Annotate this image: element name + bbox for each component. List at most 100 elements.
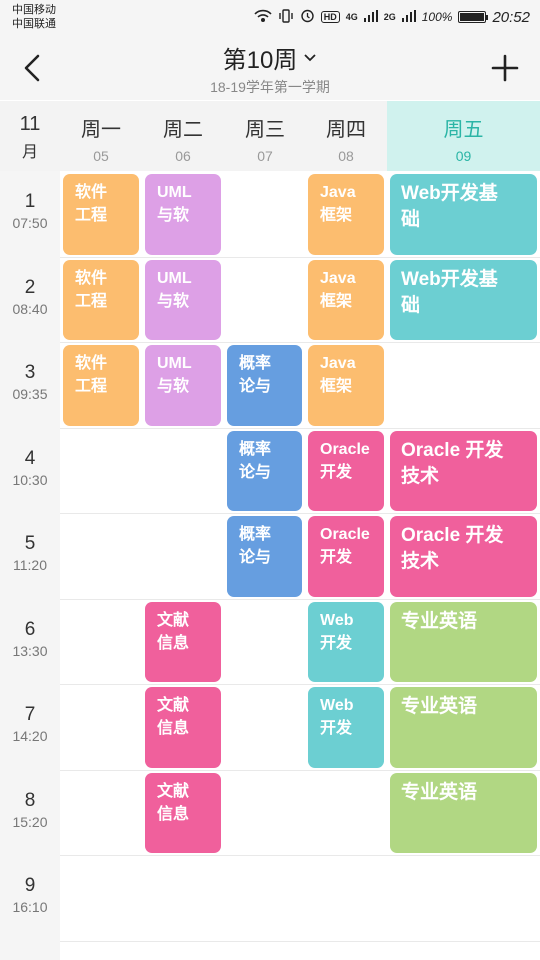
- battery-percent: 100%: [421, 10, 453, 24]
- month-number: 11: [19, 113, 41, 135]
- course-name-line2: 论与: [239, 549, 272, 566]
- day-name: 周一: [81, 119, 121, 141]
- period-label: 4 10:30: [0, 448, 60, 488]
- course-block[interactable]: 概率 论与: [227, 345, 302, 426]
- course-name-line2: 开发: [320, 549, 353, 566]
- course-name-line1: Java: [320, 184, 356, 201]
- day-header-thu: 周四 08: [305, 101, 387, 171]
- period-label: 2 08:40: [0, 277, 60, 317]
- course-block[interactable]: 文献 信息: [145, 601, 221, 682]
- course-name-line1: Oracle 开发: [401, 439, 504, 461]
- course-name-line1: 专业英语: [401, 781, 478, 803]
- period-number: 1: [24, 191, 36, 212]
- course-name-line2: 论与: [239, 463, 272, 481]
- period-label: 5 11:20: [0, 533, 60, 573]
- course-name-line1: 软件: [75, 269, 108, 287]
- row-divider: [60, 769, 540, 771]
- row-divider: [60, 513, 540, 514]
- course-block[interactable]: 概率 论与: [227, 516, 302, 597]
- course-name-line1: 软件: [75, 184, 108, 201]
- course-block[interactable]: UML 与软: [145, 259, 221, 340]
- chevron-down-icon: [304, 53, 316, 61]
- course-name-line1: 软件: [75, 355, 108, 372]
- course-name-line1: 专业英语: [401, 696, 478, 717]
- period-label: 3 09:35: [0, 362, 60, 402]
- course-block[interactable]: 专业英语: [390, 772, 537, 853]
- course-name-line1: 文献: [157, 782, 190, 800]
- course-name-line1: Web开发基: [401, 268, 498, 290]
- course-block[interactable]: 软件 工程: [63, 174, 139, 255]
- row-divider: [60, 940, 540, 942]
- course-block[interactable]: Oracle 开发 技术: [390, 516, 537, 597]
- week-selector[interactable]: 第10周: [223, 40, 318, 75]
- course-block[interactable]: Java 框架: [308, 174, 384, 255]
- course-block[interactable]: Web开发基础: [390, 174, 537, 255]
- course-name-line1: Oracle: [320, 440, 370, 458]
- course-name-line1: 概率: [239, 526, 272, 543]
- course-block[interactable]: 文献 信息: [145, 772, 221, 853]
- course-name-line2: 技术: [401, 551, 440, 572]
- course-name-line2: 信息: [157, 720, 190, 737]
- course-block[interactable]: 软件 工程: [63, 259, 139, 340]
- course-block[interactable]: Java 框架: [308, 345, 384, 426]
- carrier-2: 中国联通: [12, 18, 56, 30]
- course-block[interactable]: Web 开发: [308, 601, 384, 682]
- period-label: 1 07:50: [0, 191, 60, 231]
- row-divider: [60, 855, 540, 856]
- course-name-line2: 与软: [157, 378, 190, 395]
- course-name-line2: 工程: [75, 292, 108, 310]
- course-block[interactable]: 文献 信息: [145, 687, 221, 768]
- semester-label: 18-19学年第一学期: [210, 79, 330, 95]
- course-name-line1: Oracle: [320, 526, 370, 543]
- period-label: 7 14:20: [0, 704, 60, 744]
- course-name-line1: Web: [320, 697, 354, 714]
- course-block[interactable]: 软件 工程: [63, 345, 139, 426]
- course-block[interactable]: Java 框架: [308, 259, 384, 340]
- period-time: 13:30: [12, 642, 48, 659]
- period-time: 09:35: [12, 386, 48, 402]
- course-block[interactable]: Oracle 开发: [308, 430, 384, 511]
- row-divider: [60, 598, 540, 600]
- status-icons: HD 4G 2G 100% 20:52: [254, 8, 530, 26]
- timetable-grid: 1 07:50 2 08:40 3 09:35 4 10:30 5 11:20 6 13:30 7 14:…: [0, 171, 540, 960]
- row-divider: [60, 684, 540, 685]
- app-header: 第10周 18-19学年第一学期: [0, 36, 540, 100]
- period-column: 1 07:50 2 08:40 3 09:35 4 10:30 5 11:20 6 13:30 7 14:…: [0, 171, 60, 960]
- week-title: 第10周: [222, 47, 298, 74]
- alarm-icon: [300, 8, 315, 26]
- day-header-wed: 周三 07: [224, 101, 306, 171]
- course-name-line1: UML: [157, 184, 192, 201]
- course-block[interactable]: Oracle 开发: [308, 516, 384, 597]
- day-name: 周二: [163, 119, 203, 141]
- course-name-line2: 础: [401, 209, 421, 230]
- course-block[interactable]: Web开发基础: [390, 259, 537, 340]
- course-name-line2: 工程: [75, 378, 108, 395]
- course-name-line1: Java: [320, 269, 356, 287]
- clock: 20:52: [492, 8, 530, 26]
- day-date: 09: [455, 148, 472, 164]
- course-block[interactable]: 概率 论与: [227, 430, 302, 511]
- add-course-button[interactable]: [490, 50, 520, 86]
- day-date: 05: [93, 148, 109, 164]
- course-block[interactable]: 专业英语: [390, 687, 537, 768]
- course-name-line2: 技术: [401, 465, 440, 487]
- course-name-line1: Java: [320, 355, 356, 372]
- course-name-line1: Web开发基: [401, 183, 498, 204]
- period-number: 9: [24, 875, 36, 896]
- course-block[interactable]: UML 与软: [145, 174, 221, 255]
- course-block[interactable]: Oracle 开发 技术: [390, 430, 537, 511]
- course-name-line1: 文献: [157, 611, 190, 629]
- network-2g: 2G: [383, 12, 396, 22]
- course-name-line1: 概率: [239, 440, 272, 458]
- course-block[interactable]: 专业英语: [390, 601, 537, 682]
- course-block[interactable]: UML 与软: [145, 345, 221, 426]
- network-4g: 4G: [345, 12, 358, 22]
- period-time: 07:50: [12, 215, 48, 231]
- course-block[interactable]: Web 开发: [308, 687, 384, 768]
- course-name-line2: 开发: [320, 634, 353, 652]
- period-time: 10:30: [12, 471, 48, 488]
- carrier-info: 中国移动 中国联通: [12, 3, 56, 31]
- period-time: 14:20: [12, 728, 48, 744]
- battery-icon: [458, 11, 489, 23]
- course-name-line2: 与软: [157, 292, 190, 310]
